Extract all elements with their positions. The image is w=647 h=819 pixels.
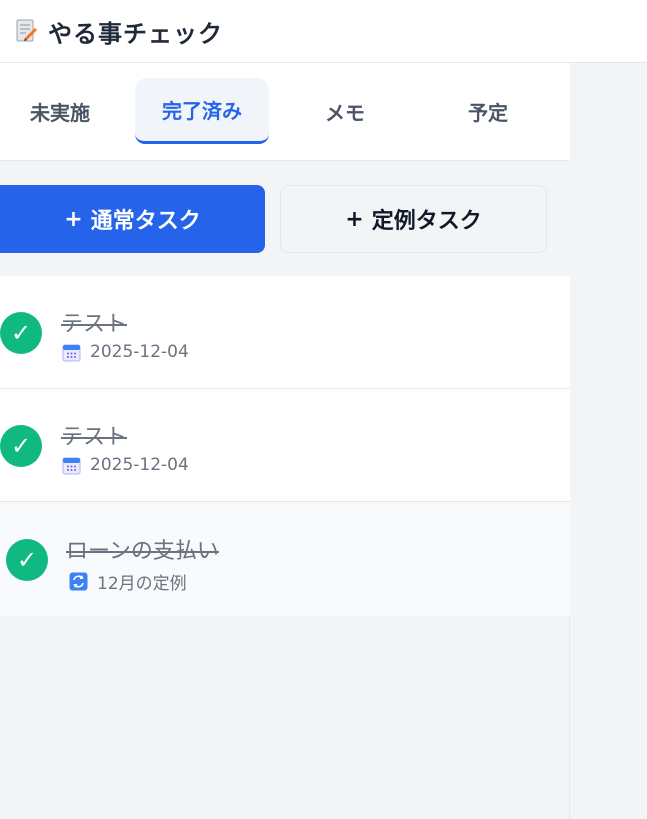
calendar-icon xyxy=(62,344,81,361)
task-item[interactable]: ✓ ローンの支払い 12月の定例 xyxy=(0,502,570,616)
check-circle-icon[interactable]: ✓ xyxy=(6,539,48,581)
add-recurring-task-button[interactable]: + 定例タスク xyxy=(280,185,547,253)
task-title: テスト xyxy=(61,425,128,450)
calendar-icon xyxy=(62,457,81,474)
task-meta: 12月の定例 xyxy=(69,569,187,594)
plus-icon: + xyxy=(64,206,83,232)
tab-not-done[interactable]: 未実施 xyxy=(0,78,127,144)
add-normal-task-button[interactable]: + 通常タスク xyxy=(0,185,265,253)
tab-schedule[interactable]: 予定 xyxy=(421,78,555,144)
task-item[interactable]: ✓ テスト 2025-12-04 xyxy=(0,389,570,502)
task-title: ローンの支払い xyxy=(66,539,219,564)
check-circle-icon[interactable]: ✓ xyxy=(0,425,42,467)
task-date: 2025-12-04 xyxy=(90,455,189,475)
repeat-icon xyxy=(69,572,88,591)
tab-memo[interactable]: メモ xyxy=(278,78,412,144)
memo-pencil-icon xyxy=(16,19,38,43)
task-recurrence: 12月の定例 xyxy=(97,574,187,594)
add-normal-task-label: 通常タスク xyxy=(90,209,201,234)
plus-icon: + xyxy=(345,206,364,232)
task-list: ✓ テスト 2025-12-04 ✓ テスト 2025-12-04 ✓ ローンの… xyxy=(0,276,570,616)
task-title: テスト xyxy=(61,312,128,337)
task-date: 2025-12-04 xyxy=(90,342,189,362)
app-title: やる事チェック xyxy=(48,19,223,48)
app-header: やる事チェック xyxy=(0,0,647,63)
check-circle-icon[interactable]: ✓ xyxy=(0,312,42,354)
task-meta: 2025-12-04 xyxy=(62,455,189,475)
tab-completed[interactable]: 完了済み xyxy=(135,78,269,144)
task-meta: 2025-12-04 xyxy=(62,342,189,362)
action-bar: + 通常タスク + 定例タスク xyxy=(0,161,570,276)
tab-bar: 未実施 完了済み メモ 予定 xyxy=(0,63,570,161)
task-item[interactable]: ✓ テスト 2025-12-04 xyxy=(0,276,570,389)
task-panel: 未実施 完了済み メモ 予定 + 通常タスク + 定例タスク ✓ テスト 202… xyxy=(0,63,570,819)
add-recurring-task-label: 定例タスク xyxy=(371,209,482,234)
right-pane xyxy=(571,63,647,819)
